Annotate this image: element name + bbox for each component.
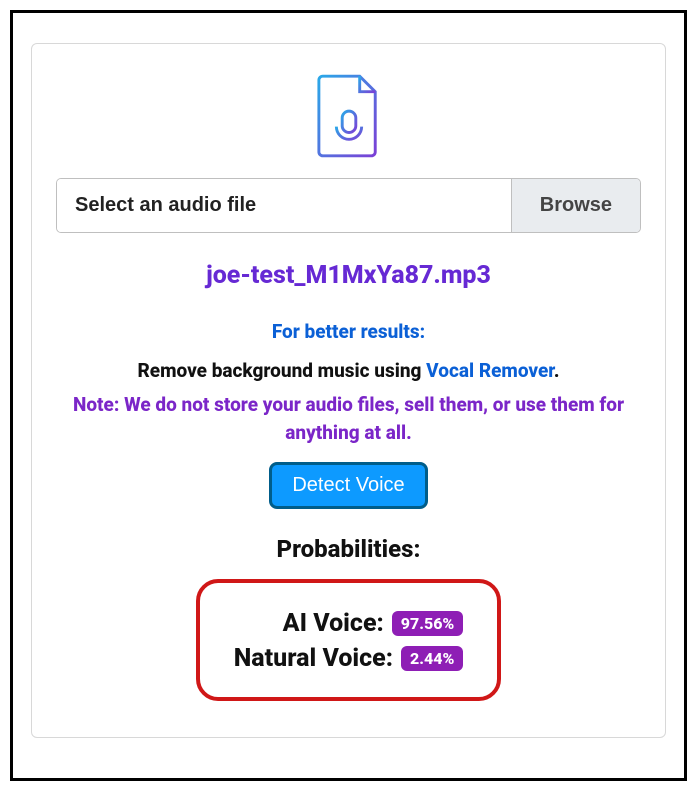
- hint-text: Remove background music using: [138, 359, 427, 382]
- hint-punct: .: [554, 359, 560, 382]
- file-input[interactable]: [57, 179, 511, 232]
- results-highlight-box: AI Voice: 97.56% Natural Voice: 2.44%: [196, 579, 502, 701]
- hint-line: Remove background music using Vocal Remo…: [56, 357, 641, 385]
- browse-button[interactable]: Browse: [511, 179, 640, 232]
- audio-file-icon: [56, 74, 641, 158]
- file-picker[interactable]: Browse: [56, 178, 641, 233]
- probabilities-title: Probabilities:: [56, 535, 641, 563]
- ai-voice-label: AI Voice:: [283, 609, 384, 638]
- natural-voice-row: Natural Voice: 2.44%: [234, 644, 464, 673]
- vocal-remover-link[interactable]: Vocal Remover: [426, 359, 554, 382]
- ai-voice-badge: 97.56%: [392, 611, 464, 636]
- natural-voice-badge: 2.44%: [401, 646, 463, 671]
- main-card: Browse joe-test_M1MxYa87.mp3 For better …: [31, 43, 666, 738]
- window-frame: Browse joe-test_M1MxYa87.mp3 For better …: [10, 10, 687, 781]
- selected-filename: joe-test_M1MxYa87.mp3: [56, 261, 641, 290]
- detect-voice-button[interactable]: Detect Voice: [269, 462, 427, 509]
- hint-title: For better results:: [56, 320, 641, 343]
- natural-voice-label: Natural Voice:: [234, 644, 393, 673]
- ai-voice-row: AI Voice: 97.56%: [234, 609, 464, 638]
- privacy-note: Note: We do not store your audio files, …: [56, 391, 641, 448]
